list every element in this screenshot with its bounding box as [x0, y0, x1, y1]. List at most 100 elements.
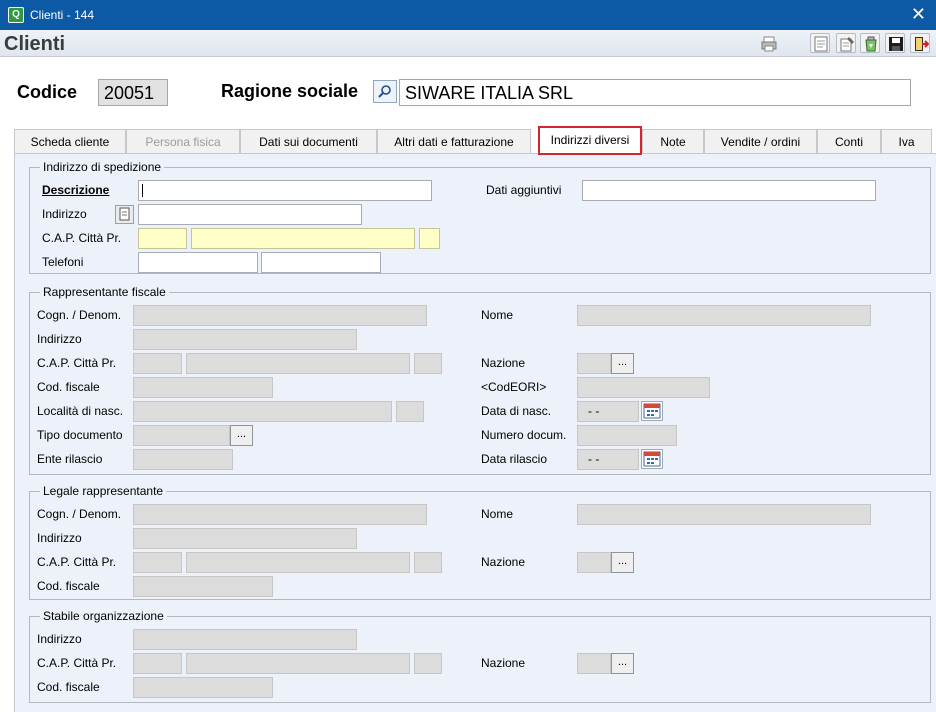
indirizzo-input[interactable] [133, 329, 357, 350]
cognome-input[interactable] [133, 504, 427, 525]
search-icon[interactable] [373, 80, 397, 103]
cod-fiscale-input[interactable] [133, 576, 273, 597]
indirizzo-input[interactable] [133, 528, 357, 549]
edit-document-icon[interactable] [836, 33, 856, 53]
tab-panel-indirizzi-diversi: Indirizzo di spedizione Descrizione Dati… [14, 153, 936, 712]
dati-aggiuntivi-input[interactable] [582, 180, 876, 201]
provincia-input[interactable] [414, 353, 442, 374]
telefoni-label: Telefoni [42, 255, 84, 269]
tipo-documento-lookup-button[interactable]: ... [230, 425, 253, 446]
cognome-label: Cogn. / Denom. [37, 507, 122, 521]
recycle-bin-icon[interactable] [860, 33, 880, 53]
numero-documento-label: Numero docum. [481, 428, 567, 442]
citta-input[interactable] [191, 228, 415, 249]
citta-input[interactable] [186, 353, 410, 374]
nome-input[interactable] [577, 504, 871, 525]
close-icon[interactable]: ✕ [911, 4, 926, 24]
window-title: Clienti - 144 [30, 8, 95, 22]
group-title: Stabile organizzazione [40, 609, 167, 623]
indirizzo-label: Indirizzo [37, 632, 82, 646]
codice-label: Codice [17, 82, 78, 102]
cap-input[interactable] [138, 228, 187, 249]
descrizione-label: Descrizione [42, 183, 110, 197]
descrizione-input[interactable] [138, 180, 432, 201]
indirizzo-input[interactable] [133, 629, 357, 650]
nome-label: Nome [481, 507, 514, 521]
tab-indirizzi-diversi[interactable]: Indirizzi diversi [538, 126, 642, 155]
tab-persona-fisica[interactable]: Persona fisica [126, 129, 240, 154]
group-legale-rappresentante: Legale rappresentante Cogn. / Denom. Nom… [29, 484, 931, 600]
cod-fiscale-label: Cod. fiscale [37, 680, 100, 694]
dati-aggiuntivi-label: Dati aggiuntivi [486, 183, 562, 197]
indirizzo-label: Indirizzo [37, 332, 82, 346]
exit-icon[interactable] [910, 33, 930, 53]
localita-nascita-input[interactable] [133, 401, 392, 422]
group-rappresentante-fiscale: Rappresentante fiscale Cogn. / Denom. No… [29, 285, 931, 475]
provincia-input[interactable] [419, 228, 440, 249]
cod-fiscale-label: Cod. fiscale [37, 579, 100, 593]
group-indirizzo-spedizione: Indirizzo di spedizione Descrizione Dati… [29, 160, 931, 274]
cap-citta-pr-label: C.A.P. Città Pr. [42, 231, 122, 245]
tab-bar: Scheda cliente Persona fisica Dati sui d… [0, 126, 936, 155]
tipo-documento-label: Tipo documento [37, 428, 123, 442]
citta-input[interactable] [186, 552, 410, 573]
nazione-input[interactable] [577, 552, 611, 573]
tab-note[interactable]: Note [642, 129, 704, 154]
data-rilascio-label: Data rilascio [481, 452, 548, 466]
ente-rilascio-input[interactable] [133, 449, 233, 470]
tab-iva[interactable]: Iva [881, 129, 932, 154]
provincia-input[interactable] [414, 552, 442, 573]
tab-altri-dati-fatturazione[interactable]: Altri dati e fatturazione [377, 129, 531, 154]
ragione-sociale-input[interactable]: SIWARE ITALIA SRL [399, 79, 911, 106]
telefono-2-input[interactable] [261, 252, 381, 273]
codeori-input[interactable] [577, 377, 710, 398]
data-nascita-input[interactable]: - - [577, 401, 639, 422]
indirizzo-input[interactable] [138, 204, 362, 225]
nome-input[interactable] [577, 305, 871, 326]
cod-fiscale-input[interactable] [133, 677, 273, 698]
group-stabile-organizzazione: Stabile organizzazione Indirizzo C.A.P. … [29, 609, 931, 703]
indirizzo-label: Indirizzo [37, 531, 82, 545]
cod-fiscale-input[interactable] [133, 377, 273, 398]
calendar-icon[interactable] [641, 449, 663, 469]
data-nascita-label: Data di nasc. [481, 404, 552, 418]
header-toolbar: Clienti [0, 30, 936, 57]
nazione-lookup-button[interactable]: ... [611, 653, 634, 674]
numero-documento-input[interactable] [577, 425, 677, 446]
group-title: Indirizzo di spedizione [40, 160, 165, 174]
tipo-documento-input[interactable] [133, 425, 230, 446]
cap-citta-pr-label: C.A.P. Città Pr. [37, 656, 117, 670]
cap-citta-pr-label: C.A.P. Città Pr. [37, 356, 117, 370]
cap-input[interactable] [133, 552, 182, 573]
tab-conti[interactable]: Conti [817, 129, 881, 154]
tab-vendite-ordini[interactable]: Vendite / ordini [704, 129, 817, 154]
cod-fiscale-label: Cod. fiscale [37, 380, 100, 394]
print-icon[interactable] [758, 33, 778, 53]
provincia-nascita-input[interactable] [396, 401, 424, 422]
window-titlebar: Q Clienti - 144 ✕ [0, 0, 936, 30]
nazione-input[interactable] [577, 353, 611, 374]
indirizzo-label: Indirizzo [42, 207, 87, 221]
citta-input[interactable] [186, 653, 410, 674]
provincia-input[interactable] [414, 653, 442, 674]
group-title: Legale rappresentante [40, 484, 167, 498]
save-icon[interactable] [885, 33, 905, 53]
nazione-lookup-button[interactable]: ... [611, 552, 634, 573]
document-icon[interactable] [810, 33, 830, 53]
nazione-label: Nazione [481, 656, 526, 670]
tab-scheda-cliente[interactable]: Scheda cliente [14, 129, 126, 154]
page-title: Clienti [4, 33, 66, 55]
cognome-label: Cogn. / Denom. [37, 308, 122, 322]
cap-input[interactable] [133, 353, 182, 374]
cap-input[interactable] [133, 653, 182, 674]
cognome-input[interactable] [133, 305, 427, 326]
notepad-icon[interactable] [115, 205, 134, 224]
data-rilascio-input[interactable]: - - [577, 449, 639, 470]
group-title: Rappresentante fiscale [40, 285, 169, 299]
calendar-icon[interactable] [641, 401, 663, 421]
localita-nascita-label: Località di nasc. [37, 404, 124, 418]
nazione-lookup-button[interactable]: ... [611, 353, 634, 374]
telefono-1-input[interactable] [138, 252, 258, 273]
nazione-input[interactable] [577, 653, 611, 674]
tab-dati-documenti[interactable]: Dati sui documenti [240, 129, 377, 154]
